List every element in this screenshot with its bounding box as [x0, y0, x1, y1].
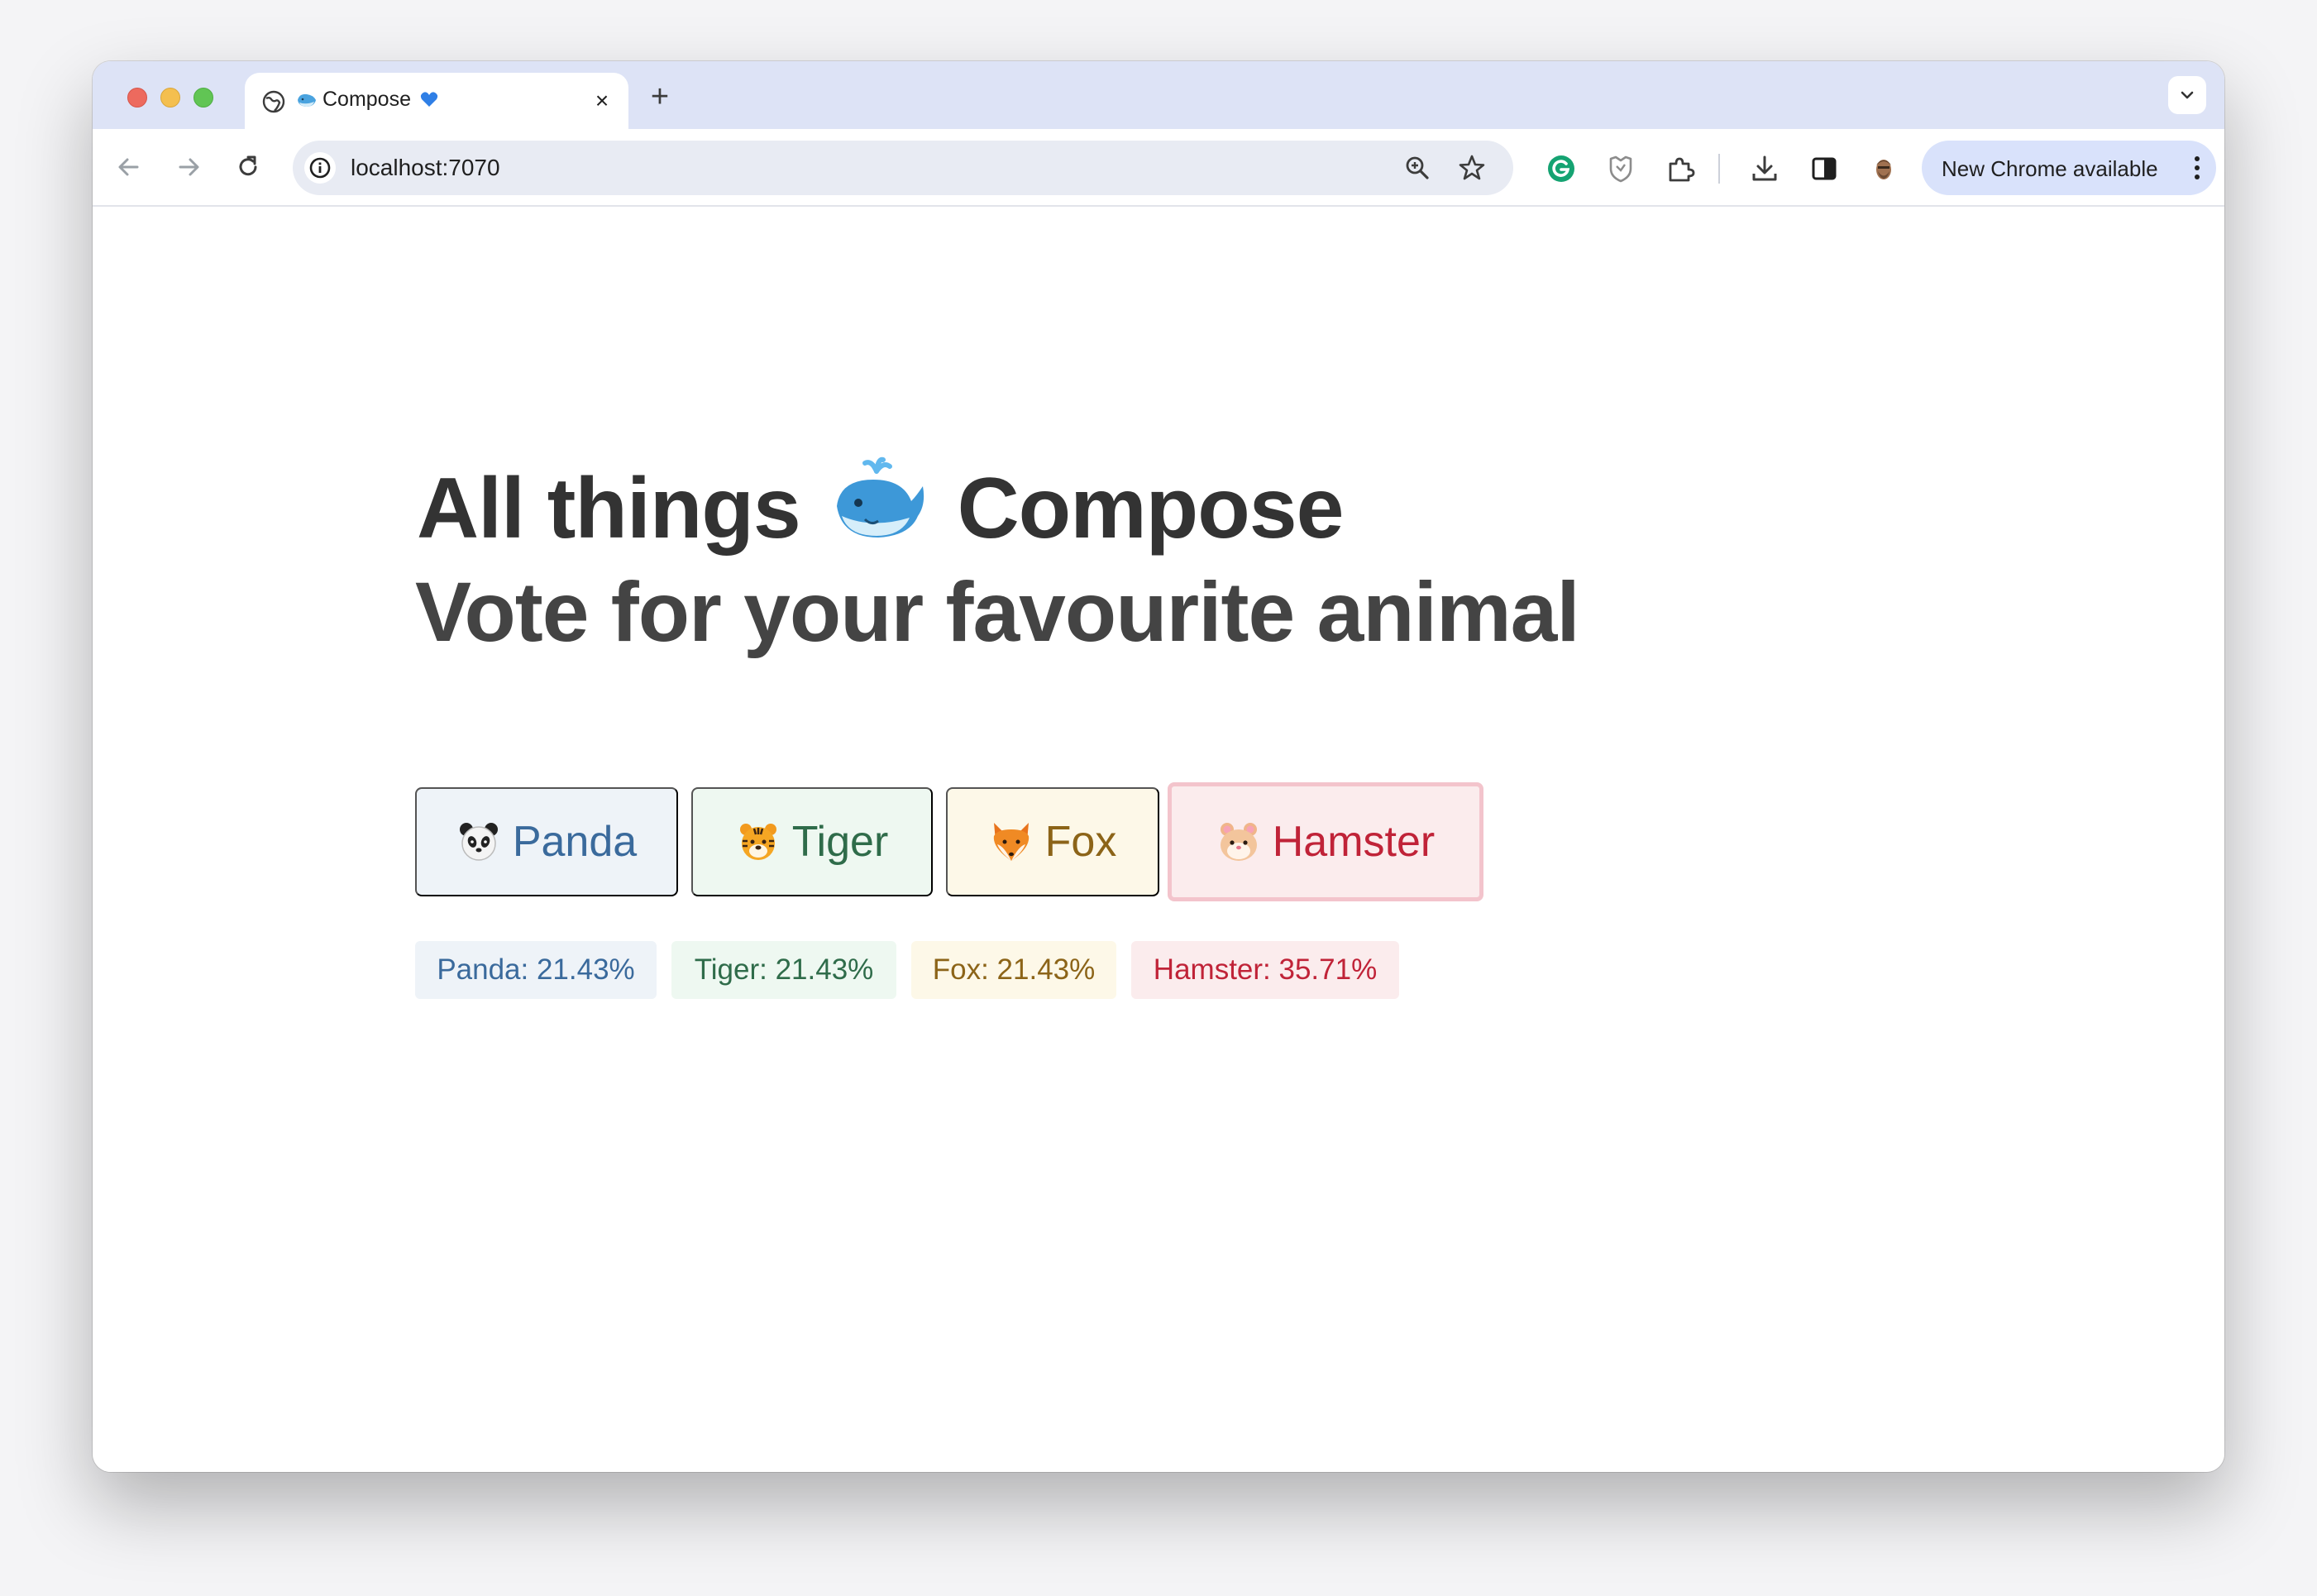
grammarly-extension-button[interactable] [1545, 152, 1578, 185]
vote-tiger-label: Tiger [791, 818, 889, 866]
info-icon [309, 157, 331, 179]
result-tiger: Tiger: 21.43% [671, 941, 896, 999]
reload-button[interactable] [232, 151, 265, 184]
site-info-button[interactable] [304, 152, 336, 184]
extensions-button[interactable] [1664, 152, 1697, 185]
vote-tiger-button[interactable]: Tiger [691, 787, 933, 896]
close-tab-button[interactable]: × [589, 88, 615, 114]
tab-strip: Compose × + [93, 61, 2224, 129]
tiger-icon [739, 824, 776, 860]
result-panda: Panda: 21.43% [415, 941, 657, 999]
shield-extension-button[interactable] [1604, 152, 1637, 185]
blue-heart-icon [420, 92, 438, 107]
arrow-right-icon [179, 158, 199, 176]
new-chrome-available-button[interactable]: New Chrome available [1922, 141, 2216, 195]
whale-icon [836, 456, 924, 538]
tab-title: Compose [296, 88, 438, 112]
grammarly-icon [1548, 155, 1574, 182]
download-icon [1752, 155, 1777, 181]
browser-window: Compose × + localhost:7070 New Chrome av… [93, 61, 2224, 1472]
result-hamster: Hamster: 35.71% [1131, 941, 1399, 999]
more-vertical-icon [2195, 156, 2200, 179]
forward-button[interactable] [172, 151, 205, 184]
vote-panda-button[interactable]: Panda [415, 787, 678, 896]
page-subtitle: Vote for your favourite animal [415, 565, 1580, 659]
new-tab-button[interactable]: + [643, 81, 676, 114]
whale-icon [298, 93, 316, 107]
vote-fox-button[interactable]: Fox [946, 787, 1159, 896]
vote-fox-label: Fox [1044, 818, 1117, 866]
vote-hamster-label: Hamster [1272, 818, 1436, 866]
result-fox: Fox: 21.43% [911, 941, 1116, 999]
downloads-button[interactable] [1748, 152, 1781, 185]
side-panel-button[interactable] [1808, 152, 1841, 185]
shield-icon [1609, 155, 1632, 183]
panda-icon [459, 823, 498, 861]
page-content: All things Compose Vote for your favouri… [93, 207, 2224, 1472]
minimize-window-button[interactable] [160, 88, 180, 108]
close-window-button[interactable] [127, 88, 147, 108]
page-title: All things Compose [417, 455, 1345, 558]
back-button[interactable] [112, 151, 146, 184]
avatar [1871, 156, 1896, 181]
page-title-after: Compose [957, 461, 1345, 557]
zoom-icon[interactable] [1402, 153, 1432, 183]
bookmark-star-icon[interactable] [1457, 153, 1487, 183]
fox-icon [993, 823, 1029, 861]
tab-search-button[interactable] [2168, 76, 2206, 114]
address-bar[interactable]: localhost:7070 [293, 141, 1513, 195]
chevron-down-icon [2181, 91, 2194, 99]
page-title-before: All things [417, 461, 801, 557]
tab-compose[interactable]: Compose × [245, 73, 628, 129]
side-panel-icon [1812, 157, 1837, 180]
vote-panda-label: Panda [512, 818, 638, 866]
arrow-left-icon [118, 158, 139, 176]
vote-hamster-button[interactable]: Hamster [1168, 782, 1483, 901]
globe-icon [262, 90, 285, 113]
update-label: New Chrome available [1942, 156, 2158, 181]
tab-title-text: Compose [322, 88, 411, 111]
toolbar-divider [1718, 154, 1720, 184]
zoom-window-button[interactable] [193, 88, 213, 108]
reload-icon [239, 155, 257, 176]
profile-button[interactable] [1867, 152, 1900, 185]
url-text: localhost:7070 [351, 155, 500, 180]
puzzle-icon [1669, 157, 1695, 182]
browser-toolbar: localhost:7070 New Chrome available [93, 129, 2224, 207]
hamster-icon [1220, 823, 1257, 861]
